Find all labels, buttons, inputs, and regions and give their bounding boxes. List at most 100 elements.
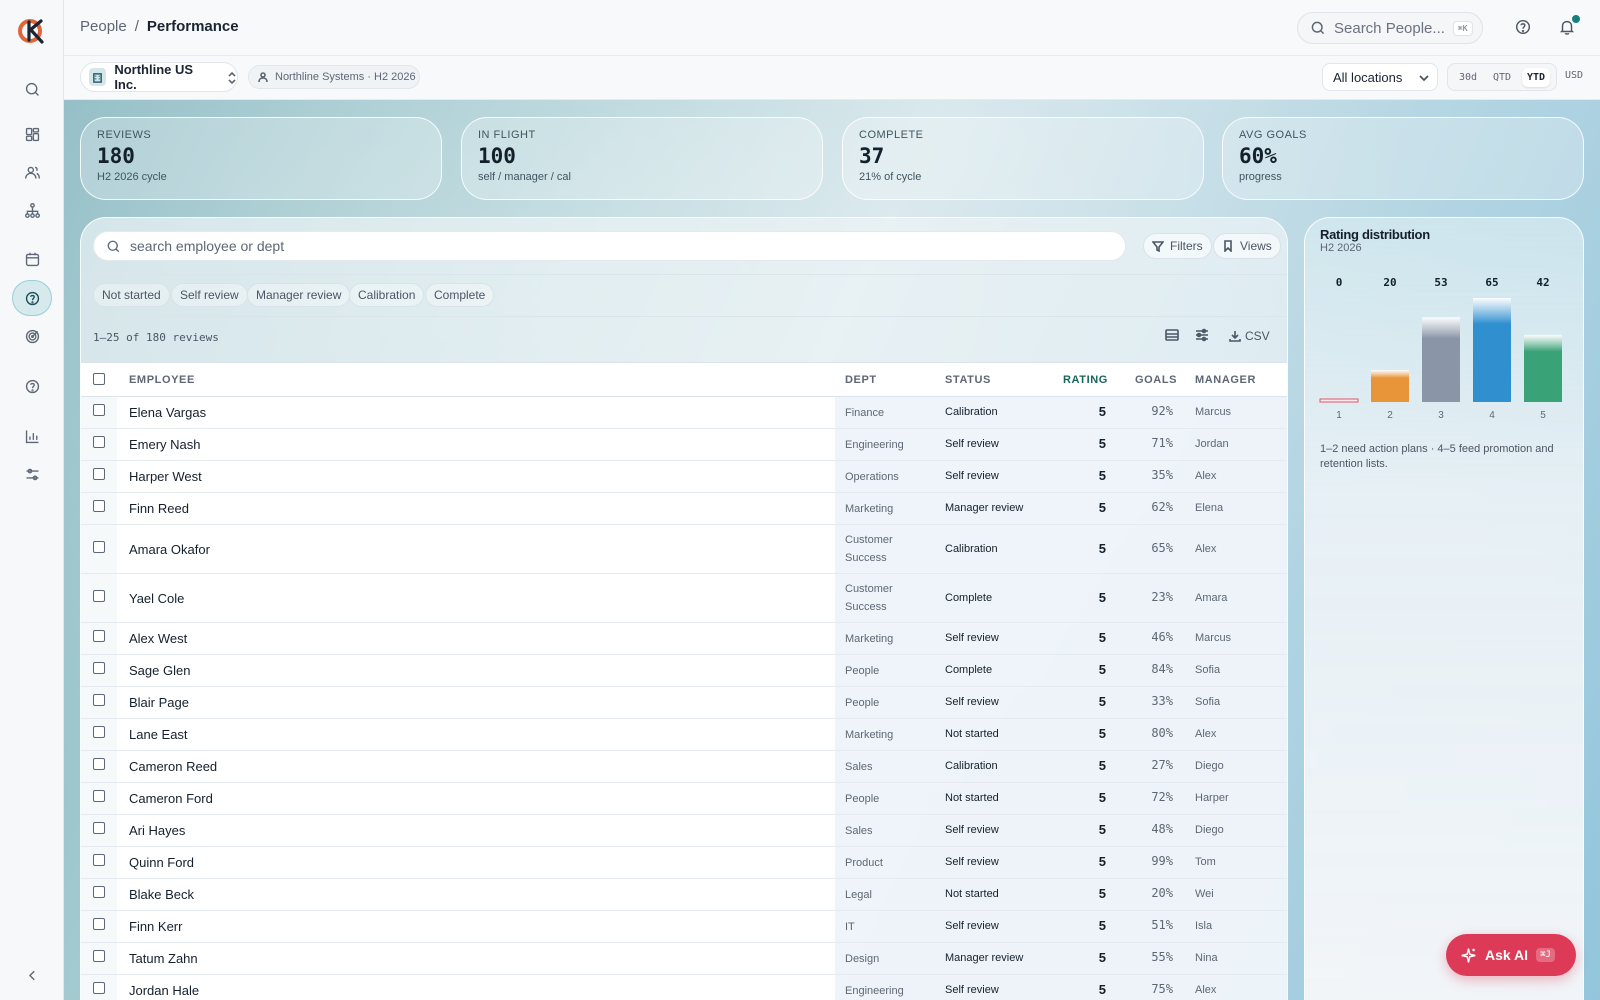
row-checkbox[interactable] [93,918,105,930]
breadcrumb-people[interactable]: People [80,18,127,35]
status-chip-manager-review[interactable]: Manager review [247,283,351,307]
table-row[interactable]: Finn Reed Marketing Manager review 5 62% Elen… [81,493,1287,525]
row-checkbox[interactable] [93,790,105,802]
table-row[interactable]: Yael Cole Customer Success Complete 5 23% Ama… [81,574,1287,623]
employee-name[interactable]: Sage Glen [129,663,190,678]
row-checkbox[interactable] [93,500,105,512]
table-row[interactable]: Tatum Zahn Design Manager review 5 55% Nina [81,943,1287,975]
table-row[interactable]: Elena Vargas Finance Calibration 5 92% Marcus [81,397,1287,429]
employee-name[interactable]: Harper West [129,469,202,484]
performance-icon[interactable] [12,280,52,316]
status-chip-not-started[interactable]: Not started [93,283,170,307]
filters-button[interactable]: Filters [1143,233,1212,259]
target-icon[interactable] [12,318,52,354]
help-icon[interactable] [1514,18,1534,38]
employee-name[interactable]: Yael Cole [129,591,184,606]
table-row[interactable]: Blair Page People Self review 5 33% Sofia [81,687,1287,719]
employee-name[interactable]: Tatum Zahn [129,951,198,966]
employee-name[interactable]: Lane East [129,727,188,742]
brand-logo[interactable] [17,16,47,46]
row-checkbox[interactable] [93,404,105,416]
employee-name[interactable]: Quinn Ford [129,855,194,870]
col-goals[interactable]: GOALS [1135,374,1177,386]
ask-ai-button[interactable]: Ask AI ⌘J [1446,934,1576,976]
employee-name[interactable]: Amara Okafor [129,542,210,557]
currency-label[interactable]: USD [1565,70,1583,81]
table-row[interactable]: Harper West Operations Self review 5 35% Alex [81,461,1287,493]
row-checkbox[interactable] [93,886,105,898]
employee-name[interactable]: Elena Vargas [129,405,206,420]
table-row[interactable]: Amara Okafor Customer Success Calibration 5… [81,525,1287,574]
notifications-bell-icon[interactable] [1558,15,1580,38]
dashboard-icon[interactable] [12,116,52,152]
table-row[interactable]: Quinn Ford Product Self review 5 99% Tom [81,847,1287,879]
rating-bar-3[interactable] [1422,317,1460,402]
col-rating[interactable]: RATING [1063,374,1108,386]
rating-bar-4[interactable] [1473,298,1511,402]
org-cycle-chip[interactable]: Northline Systems · H2 2026 [248,65,420,89]
table-row[interactable]: Finn Kerr IT Self review 5 51% Isla [81,911,1287,943]
employee-name[interactable]: Finn Reed [129,501,189,516]
employee-name[interactable]: Cameron Ford [129,791,213,806]
status-chip-self-review[interactable]: Self review [171,283,248,307]
row-checkbox[interactable] [93,726,105,738]
col-dept[interactable]: DEPT [845,374,877,386]
table-row[interactable]: Blake Beck Legal Not started 5 20% Wei [81,879,1287,911]
row-checkbox[interactable] [93,468,105,480]
row-checkbox[interactable] [93,662,105,674]
status-chip-calibration[interactable]: Calibration [349,283,425,307]
search-icon[interactable] [12,71,52,107]
range-qtd[interactable]: QTD [1488,68,1516,87]
row-checkbox[interactable] [93,541,105,553]
row-checkbox[interactable] [93,436,105,448]
row-checkbox[interactable] [93,694,105,706]
location-select[interactable]: All locations [1322,63,1438,91]
rating-bar-2[interactable] [1371,370,1409,402]
rating-bar-5[interactable] [1524,334,1562,402]
company-selector[interactable]: Northline US Inc. [80,62,238,92]
table-row[interactable]: Alex West Marketing Self review 5 46% Marcus [81,623,1287,655]
select-all-checkbox[interactable] [93,373,105,385]
row-checkbox[interactable] [93,590,105,602]
range-30d[interactable]: 30d [1454,68,1482,87]
calendar-icon[interactable] [12,241,52,277]
col-status[interactable]: STATUS [945,374,991,386]
employee-name[interactable]: Emery Nash [129,437,201,452]
status-chip-complete[interactable]: Complete [425,283,495,307]
settings-icon[interactable] [12,456,52,492]
views-button[interactable]: Views [1213,233,1281,259]
employee-name[interactable]: Ari Hayes [129,823,185,838]
table-row[interactable]: Sage Glen People Complete 5 84% Sofia [81,655,1287,687]
col-employee[interactable]: EMPLOYEE [129,374,195,386]
global-search-input[interactable]: Search People... ⌘K [1297,12,1483,44]
row-checkbox[interactable] [93,630,105,642]
chevron-left-icon[interactable] [12,957,52,993]
employee-name[interactable]: Cameron Reed [129,759,217,774]
analytics-icon[interactable] [12,418,52,454]
row-checkbox[interactable] [93,950,105,962]
employee-name[interactable]: Blake Beck [129,887,194,902]
table-row[interactable]: Emery Nash Engineering Self review 5 71% Jord… [81,429,1287,461]
employee-name[interactable]: Alex West [129,631,187,646]
table-row[interactable]: Cameron Ford People Not started 5 72% Harper [81,783,1287,815]
table-row[interactable]: Ari Hayes Sales Self review 5 48% Diego [81,815,1287,847]
help-icon[interactable] [12,368,52,404]
row-checkbox[interactable] [93,982,105,994]
col-manager[interactable]: MANAGER [1195,374,1256,386]
columns-settings-icon[interactable] [1195,328,1211,344]
csv-export-button[interactable]: CSV [1229,329,1270,343]
row-checkbox[interactable] [93,822,105,834]
row-checkbox[interactable] [93,758,105,770]
range-ytd[interactable]: YTD [1521,67,1551,87]
employee-search-input[interactable]: search employee or dept [93,231,1126,261]
org-chart-icon[interactable] [12,192,52,228]
rating-bar-1[interactable] [1319,398,1359,403]
table-row[interactable]: Jordan Hale Engineering Self review 5 75% Ale… [81,975,1287,1000]
row-checkbox[interactable] [93,854,105,866]
employee-name[interactable]: Jordan Hale [129,983,199,998]
table-row[interactable]: Lane East Marketing Not started 5 80% Alex [81,719,1287,751]
density-icon[interactable] [1165,328,1181,344]
table-row[interactable]: Cameron Reed Sales Calibration 5 27% Diego [81,751,1287,783]
employee-name[interactable]: Blair Page [129,695,189,710]
people-icon[interactable] [12,154,52,190]
